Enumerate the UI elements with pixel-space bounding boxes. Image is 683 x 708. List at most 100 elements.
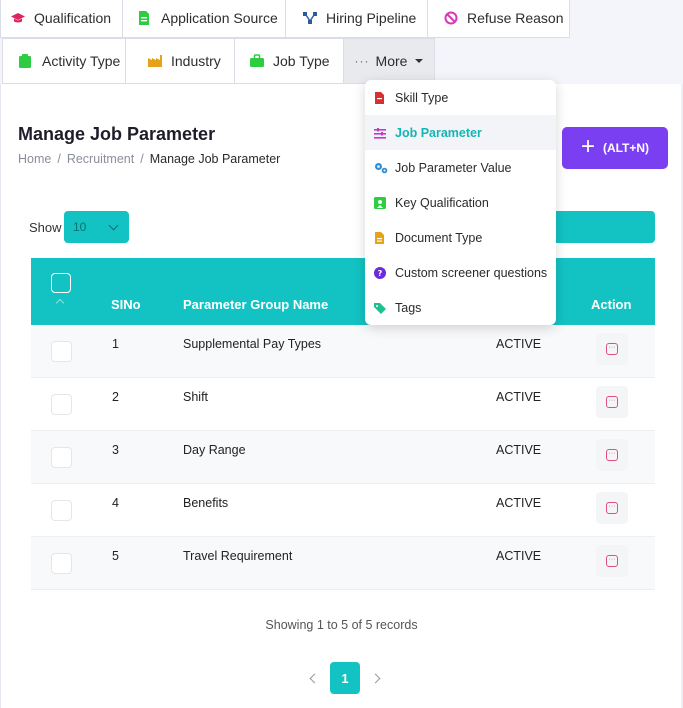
tab-label: Job Type bbox=[273, 53, 330, 69]
row-action-button[interactable]: ··· bbox=[596, 386, 628, 418]
chevron-right-icon[interactable] bbox=[370, 673, 381, 683]
page-size-select[interactable]: 10 bbox=[64, 211, 129, 243]
file-icon bbox=[374, 91, 386, 104]
certificate-icon bbox=[374, 196, 386, 209]
tab-refuse-reason[interactable]: Refuse Reason bbox=[427, 0, 570, 38]
show-label: Show bbox=[29, 220, 62, 235]
tab-label: Hiring Pipeline bbox=[326, 10, 417, 26]
menu-item-label: Skill Type bbox=[395, 90, 449, 105]
tab-label: Refuse Reason bbox=[467, 10, 564, 26]
graduation-cap-icon bbox=[11, 11, 25, 25]
row-action-button[interactable]: ··· bbox=[596, 492, 628, 524]
breadcrumb-home[interactable]: Home bbox=[18, 152, 51, 166]
menu-item-job-parameter[interactable]: Job Parameter bbox=[365, 115, 556, 150]
tab-label: More bbox=[375, 53, 408, 69]
row-name: Benefits bbox=[183, 496, 229, 510]
row-sino: 1 bbox=[112, 337, 119, 351]
breadcrumb-recruitment[interactable]: Recruitment bbox=[67, 152, 134, 166]
table-row: 2 Shift ACTIVE ··· bbox=[31, 378, 655, 431]
header-action: Action bbox=[591, 297, 632, 312]
row-sino: 2 bbox=[112, 390, 119, 404]
row-status: ACTIVE bbox=[496, 496, 542, 510]
table-row: 5 Travel Requirement ACTIVE ··· bbox=[31, 537, 655, 590]
menu-item-tags[interactable]: Tags bbox=[365, 290, 556, 325]
menu-item-document-type[interactable]: Document Type bbox=[365, 220, 556, 255]
row-status: ACTIVE bbox=[496, 549, 542, 563]
tab-hiring-pipeline[interactable]: Hiring Pipeline bbox=[285, 0, 428, 38]
tab-activity-type[interactable]: Activity Type bbox=[2, 38, 126, 84]
briefcase-icon bbox=[250, 54, 264, 68]
file-icon bbox=[138, 11, 152, 25]
menu-item-job-parameter-value[interactable]: Job Parameter Value bbox=[365, 150, 556, 185]
records-summary: Showing 1 to 5 of 5 records bbox=[265, 618, 418, 632]
page-button-current[interactable]: 1 bbox=[330, 662, 360, 694]
add-button[interactable]: + (ALT+N) bbox=[562, 127, 668, 169]
svg-text:?: ? bbox=[378, 269, 383, 278]
parameter-tabs: Qualification Application Source Hiring … bbox=[0, 0, 683, 84]
cogs-icon bbox=[374, 162, 388, 174]
sort-up-icon[interactable] bbox=[55, 298, 65, 308]
menu-item-key-qualification[interactable]: Key Qualification bbox=[365, 185, 556, 220]
more-dropdown-menu: Skill Type Job Parameter Job Parameter V… bbox=[365, 80, 556, 325]
menu-item-label: Job Parameter bbox=[395, 125, 482, 140]
tab-qualification[interactable]: Qualification bbox=[0, 0, 123, 38]
select-all-checkbox[interactable] bbox=[51, 273, 71, 293]
chevron-down-icon bbox=[108, 220, 119, 230]
breadcrumb-separator: / bbox=[140, 152, 144, 166]
chevron-left-icon[interactable] bbox=[309, 673, 320, 683]
table-row: 3 Day Range ACTIVE ··· bbox=[31, 431, 655, 484]
row-action-button[interactable]: ··· bbox=[596, 439, 628, 471]
more-icon: ··· bbox=[606, 502, 618, 514]
row-checkbox[interactable] bbox=[51, 500, 72, 521]
pipeline-icon bbox=[303, 11, 317, 25]
more-icon: ··· bbox=[606, 449, 618, 461]
row-status: ACTIVE bbox=[496, 443, 542, 457]
main-card: Manage Job Parameter Home / Recruitment … bbox=[0, 84, 681, 708]
file-icon bbox=[374, 231, 386, 244]
parameter-table: SINo Parameter Group Name Action 1 Suppl… bbox=[31, 258, 655, 590]
menu-item-custom-screener-questions[interactable]: ? Custom screener questions bbox=[365, 255, 556, 290]
tags-icon bbox=[374, 302, 386, 314]
row-checkbox[interactable] bbox=[51, 341, 72, 362]
row-checkbox[interactable] bbox=[51, 553, 72, 574]
row-status: ACTIVE bbox=[496, 337, 542, 351]
row-action-button[interactable]: ··· bbox=[596, 545, 628, 577]
search-bar[interactable] bbox=[541, 211, 655, 243]
tab-industry[interactable]: Industry bbox=[125, 38, 235, 84]
tab-label: Qualification bbox=[34, 10, 112, 26]
pagination: 1 bbox=[303, 662, 387, 694]
table-body: 1 Supplemental Pay Types ACTIVE ··· 2 Sh… bbox=[31, 325, 655, 590]
tab-job-type[interactable]: Job Type bbox=[234, 38, 344, 84]
tab-label: Application Source bbox=[161, 10, 278, 26]
row-checkbox[interactable] bbox=[51, 394, 72, 415]
question-circle-icon: ? bbox=[374, 266, 386, 279]
breadcrumb-separator: / bbox=[57, 152, 61, 166]
header-sino[interactable]: SINo bbox=[111, 297, 141, 312]
more-tab[interactable]: ··· More bbox=[343, 38, 435, 84]
header-parameter-group-name[interactable]: Parameter Group Name bbox=[183, 297, 328, 312]
table-row: 1 Supplemental Pay Types ACTIVE ··· bbox=[31, 325, 655, 378]
menu-item-label: Document Type bbox=[395, 230, 483, 245]
row-sino: 5 bbox=[112, 549, 119, 563]
page-size-value: 10 bbox=[73, 220, 87, 234]
row-action-button[interactable]: ··· bbox=[596, 333, 628, 365]
menu-item-label: Job Parameter Value bbox=[395, 160, 512, 175]
menu-item-label: Custom screener questions bbox=[395, 265, 548, 280]
more-icon: ··· bbox=[606, 555, 618, 567]
row-name: Travel Requirement bbox=[183, 549, 293, 563]
row-name: Shift bbox=[183, 390, 209, 404]
more-icon: ··· bbox=[606, 343, 618, 355]
menu-item-label: Key Qualification bbox=[395, 195, 489, 210]
row-checkbox[interactable] bbox=[51, 447, 72, 468]
tab-label: Activity Type bbox=[42, 53, 121, 69]
tab-application-source[interactable]: Application Source bbox=[122, 0, 286, 38]
row-name: Day Range bbox=[183, 443, 246, 457]
more-icon: ··· bbox=[606, 396, 618, 408]
row-status: ACTIVE bbox=[496, 390, 542, 404]
industry-icon bbox=[148, 54, 162, 68]
menu-item-skill-type[interactable]: Skill Type bbox=[365, 80, 556, 115]
row-sino: 4 bbox=[112, 496, 119, 510]
table-row: 4 Benefits ACTIVE ··· bbox=[31, 484, 655, 537]
tab-label: Industry bbox=[171, 53, 221, 69]
table-header: SINo Parameter Group Name Action bbox=[31, 258, 655, 325]
